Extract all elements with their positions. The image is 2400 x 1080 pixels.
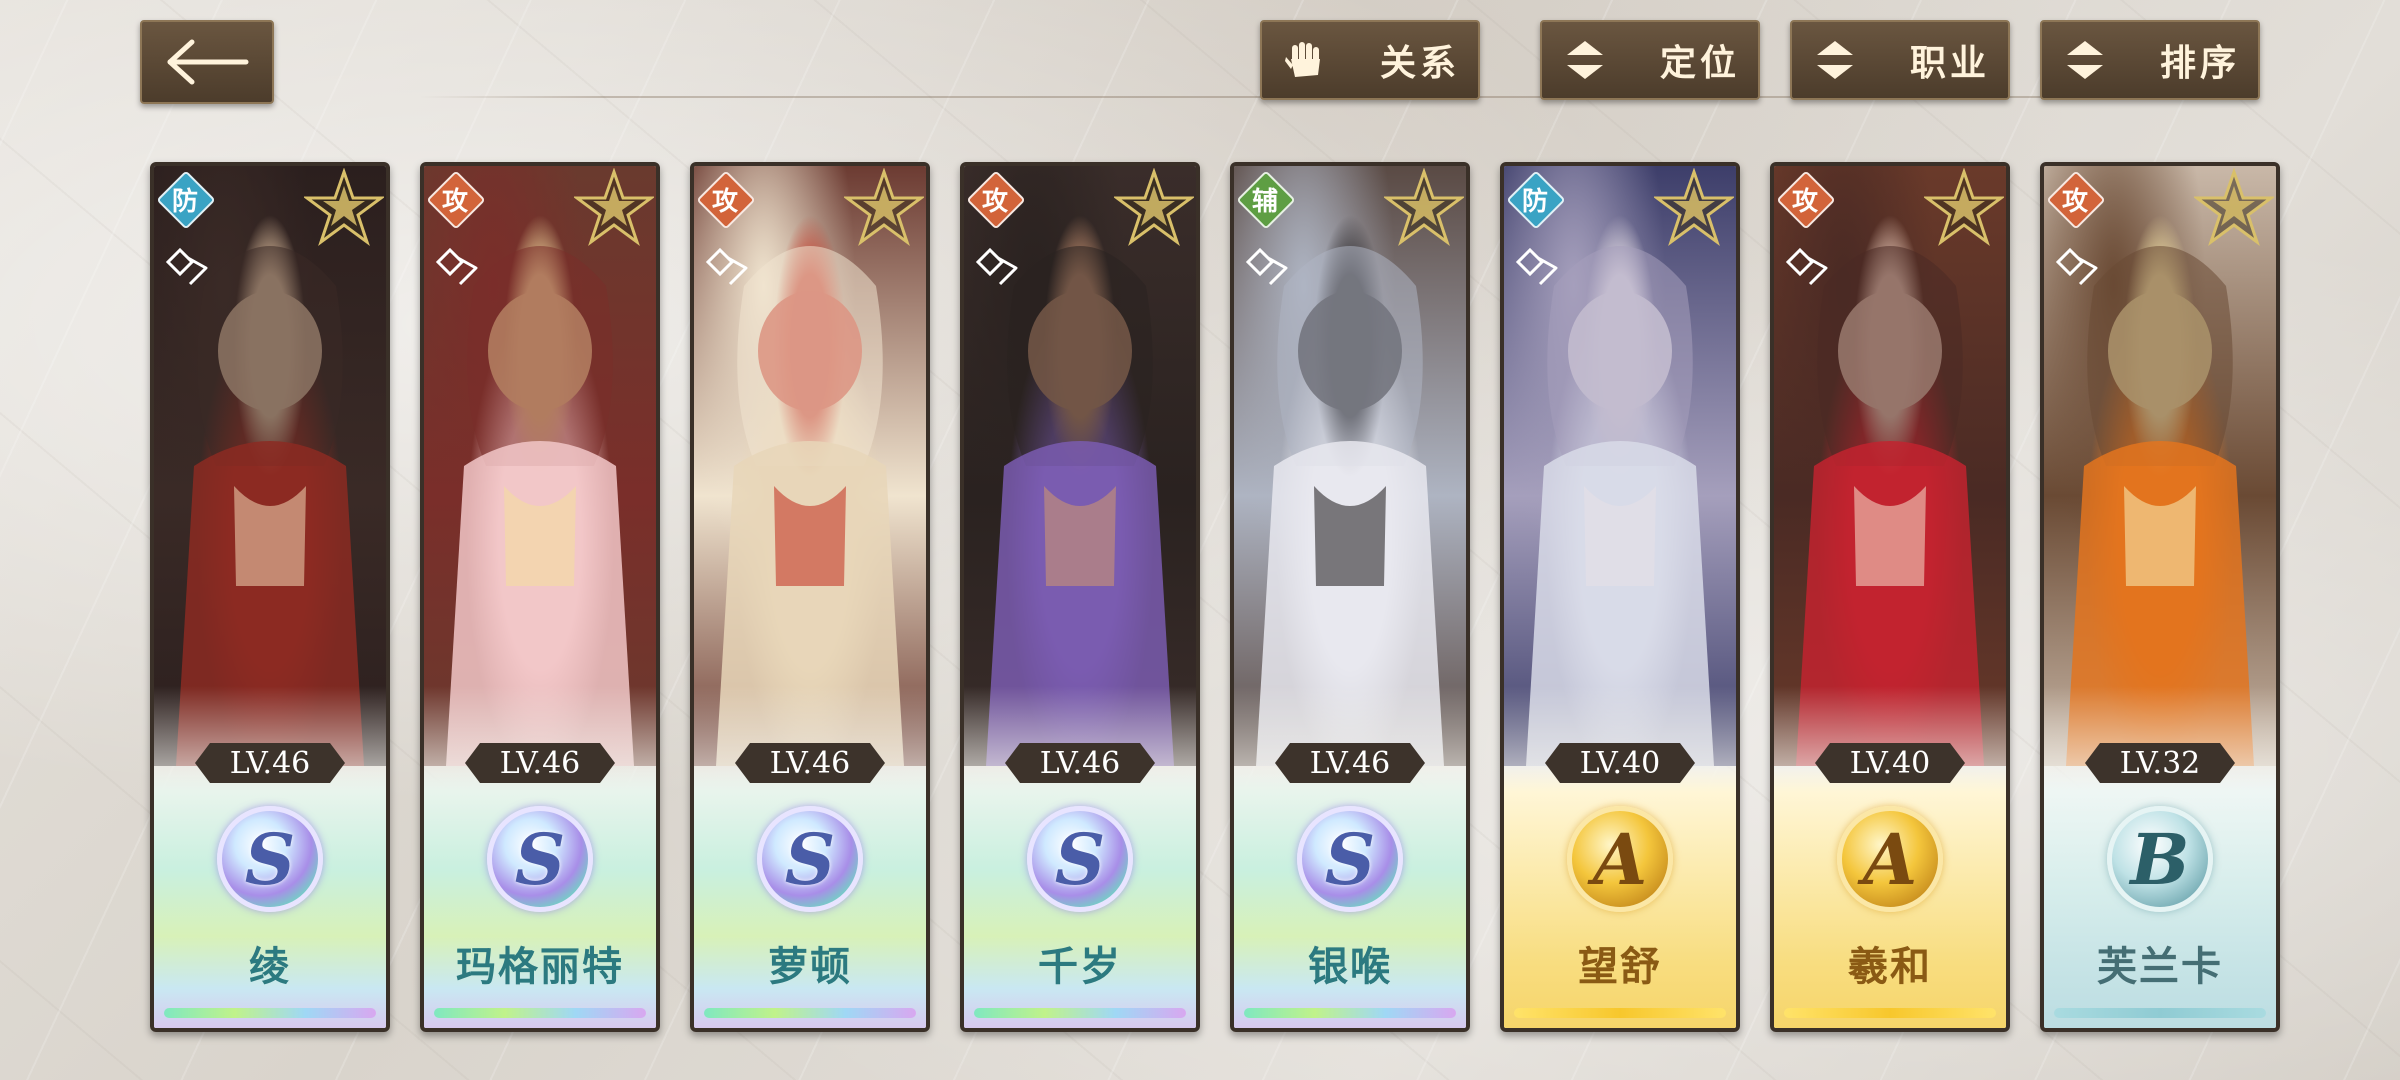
relation-label: 关系 bbox=[1379, 43, 1460, 84]
level-badge: LV.46 bbox=[465, 743, 615, 783]
character-card[interactable]: 攻 LV.46 S 萝顿 bbox=[690, 162, 930, 1032]
rank-emblem: S bbox=[1027, 806, 1133, 912]
role-label: 攻 bbox=[2061, 186, 2088, 217]
up-down-arrows-icon bbox=[2060, 35, 2110, 85]
double-check-icon bbox=[436, 247, 478, 286]
level-badge: LV.40 bbox=[1545, 743, 1695, 783]
double-check-icon bbox=[166, 247, 208, 286]
double-check-icon bbox=[976, 247, 1018, 286]
role-label: 攻 bbox=[711, 186, 738, 217]
character-name: 萝顿 bbox=[768, 944, 852, 990]
rank-emblem: S bbox=[757, 806, 863, 912]
role-label: 防 bbox=[1521, 186, 1548, 217]
class-filter-button[interactable]: 职业 bbox=[1790, 20, 2010, 100]
character-name: 绫 bbox=[249, 944, 291, 990]
character-card[interactable]: 攻 LV.46 S 千岁 bbox=[960, 162, 1200, 1032]
relation-button[interactable]: 关系 bbox=[1260, 20, 1480, 100]
rarity-bar bbox=[974, 1008, 1186, 1018]
star-icon bbox=[844, 168, 924, 247]
star-icon bbox=[1114, 168, 1194, 247]
sort-label: 排序 bbox=[2159, 43, 2240, 84]
rarity-bar bbox=[434, 1008, 646, 1018]
rank-emblem: S bbox=[487, 806, 593, 912]
double-check-icon bbox=[1786, 247, 1828, 286]
character-card[interactable]: 防 LV.46 S 绫 bbox=[150, 162, 390, 1032]
level-badge: LV.46 bbox=[735, 743, 885, 783]
role-label: 攻 bbox=[981, 186, 1008, 217]
star-icon bbox=[574, 168, 654, 247]
level-badge: LV.46 bbox=[1275, 743, 1425, 783]
character-name: 千岁 bbox=[1038, 944, 1122, 990]
rank-emblem: S bbox=[1297, 806, 1403, 912]
role-badge: 攻 bbox=[2046, 170, 2106, 230]
level-badge: LV.40 bbox=[1815, 743, 1965, 783]
position-label: 定位 bbox=[1659, 43, 1740, 84]
role-badge: 攻 bbox=[426, 170, 486, 230]
character-card[interactable]: 辅 LV.46 S 银喉 bbox=[1230, 162, 1470, 1032]
role-label: 辅 bbox=[1251, 186, 1278, 217]
role-badge: 攻 bbox=[966, 170, 1026, 230]
role-badge: 防 bbox=[156, 170, 216, 230]
star-icon bbox=[304, 168, 384, 247]
back-button[interactable] bbox=[140, 20, 274, 104]
rarity-bar bbox=[164, 1008, 376, 1018]
position-filter-button[interactable]: 定位 bbox=[1540, 20, 1760, 100]
role-badge: 辅 bbox=[1236, 170, 1296, 230]
role-badge: 攻 bbox=[696, 170, 756, 230]
role-badge: 防 bbox=[1506, 170, 1566, 230]
arrow-left-icon bbox=[167, 39, 249, 85]
role-badge: 攻 bbox=[1776, 170, 1836, 230]
character-name: 玛格丽特 bbox=[456, 944, 624, 990]
up-down-arrows-icon bbox=[1810, 35, 1860, 85]
character-name: 望舒 bbox=[1578, 944, 1662, 990]
star-icon bbox=[1384, 168, 1464, 247]
rarity-bar bbox=[1244, 1008, 1456, 1018]
character-card[interactable]: 攻 LV.40 A 羲和 bbox=[1770, 162, 2010, 1032]
character-name: 银喉 bbox=[1308, 944, 1392, 990]
rarity-bar bbox=[1514, 1008, 1726, 1018]
double-check-icon bbox=[1516, 247, 1558, 286]
star-icon bbox=[1654, 168, 1734, 247]
gauntlet-icon bbox=[1280, 35, 1330, 85]
level-badge: LV.46 bbox=[195, 743, 345, 783]
character-card[interactable]: 攻 LV.46 S 玛格丽特 bbox=[420, 162, 660, 1032]
double-check-icon bbox=[706, 247, 748, 286]
sort-button[interactable]: 排序 bbox=[2040, 20, 2260, 100]
star-icon bbox=[2194, 168, 2274, 247]
rank-emblem: A bbox=[1837, 806, 1943, 912]
role-label: 防 bbox=[171, 186, 198, 217]
rarity-bar bbox=[1784, 1008, 1996, 1018]
class-label: 职业 bbox=[1909, 43, 1990, 84]
character-card[interactable]: 防 LV.40 A 望舒 bbox=[1500, 162, 1740, 1032]
role-label: 攻 bbox=[1791, 186, 1818, 217]
role-label: 攻 bbox=[441, 186, 468, 217]
star-icon bbox=[1924, 168, 2004, 247]
rank-emblem: S bbox=[217, 806, 323, 912]
rarity-bar bbox=[2054, 1008, 2266, 1018]
rank-emblem: B bbox=[2107, 806, 2213, 912]
rank-emblem: A bbox=[1567, 806, 1673, 912]
character-name: 羲和 bbox=[1848, 944, 1932, 990]
level-badge: LV.32 bbox=[2085, 743, 2235, 783]
rarity-bar bbox=[704, 1008, 916, 1018]
double-check-icon bbox=[2056, 247, 2098, 286]
character-card[interactable]: 攻 LV.32 B 芙兰卡 bbox=[2040, 162, 2280, 1032]
character-name: 芙兰卡 bbox=[2097, 944, 2223, 990]
double-check-icon bbox=[1246, 247, 1288, 286]
up-down-arrows-icon bbox=[1560, 35, 1610, 85]
level-badge: LV.46 bbox=[1005, 743, 1155, 783]
